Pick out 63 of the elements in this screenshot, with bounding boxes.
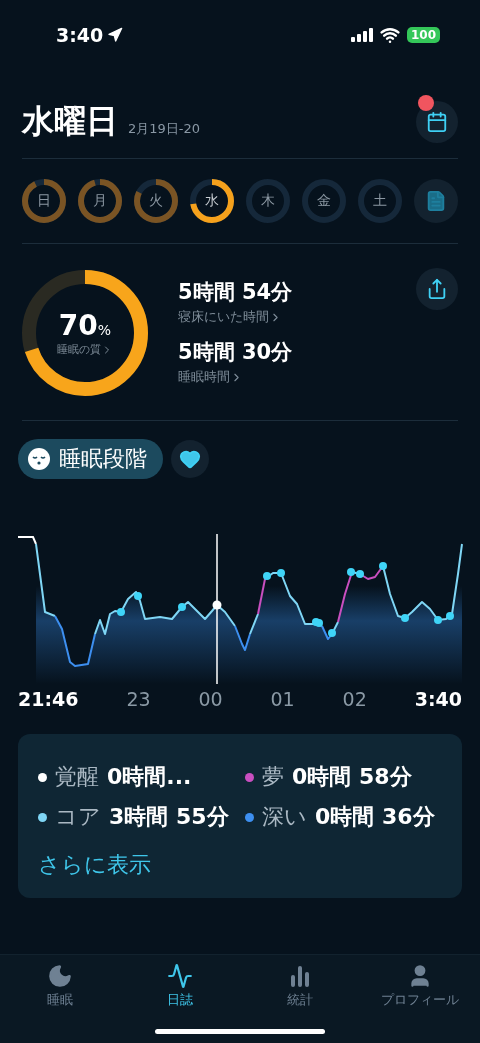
signal-icon [350,28,373,42]
tab-bar-item[interactable]: 日誌 [120,955,240,1043]
status-time: 3:40 [56,24,104,46]
section-tab[interactable]: 睡眠段階 [18,439,163,479]
stage-duration: 3時間 55分 [109,803,229,831]
duration-link[interactable]: 睡眠時間 [178,368,293,386]
day-ring-button[interactable]: 日 [22,179,66,223]
stage-duration: 0時間 58分 [292,763,412,791]
quality-link[interactable]: 睡眠の質 [57,342,113,357]
show-more-link[interactable]: さらに表示 [38,850,442,880]
day-ring-button[interactable]: 土 [358,179,402,223]
day-title: 水曜日 [22,101,118,142]
report-button[interactable] [414,179,458,223]
stage-label: 覚醒 [55,763,99,791]
moon-icon [47,963,73,989]
stage-point [379,562,387,570]
pulse-icon [167,963,193,989]
calendar-icon [426,111,448,133]
sleeping-face-icon [27,447,51,471]
end-time: 3:40 [414,688,462,710]
stage-point [134,592,142,600]
stage-duration: 0時間 36分 [315,803,435,831]
battery-level: 100 [406,27,440,43]
stage-point [178,603,186,611]
tab-bar-item[interactable]: プロフィール [360,955,480,1043]
tab-bar-item[interactable]: 統計 [240,955,360,1043]
stage-point [434,616,442,624]
day-ring-button[interactable]: 水 [190,179,234,223]
stage-point [263,572,271,580]
date-range: 2月19日-20 [128,120,201,138]
share-icon [426,278,448,300]
time-cursor[interactable] [212,533,222,684]
hour-label: 00 [198,688,223,710]
day-ring-button[interactable]: 木 [246,179,290,223]
hour-label: 02 [342,688,367,710]
location-arrow-icon [107,27,124,43]
stage-point [277,569,285,577]
duration-value: 5時間 54分 [178,279,293,306]
hour-label: 23 [126,688,151,710]
stage-label: 深い [262,803,307,831]
stage-label: 夢 [262,763,284,791]
stage-duration: 0時間... [107,763,192,791]
favorite-button[interactable] [171,440,209,478]
day-ring-button[interactable]: 月 [78,179,122,223]
percent-unit: % [97,322,112,338]
calendar-button[interactable] [416,101,458,143]
tab-bar-item[interactable]: 睡眠 [0,955,120,1043]
document-icon [425,190,447,212]
stage-label: コア [55,803,101,831]
duration-link[interactable]: 寝床にいた時間 [178,308,293,326]
duration-value: 5時間 30分 [178,339,293,366]
start-time: 21:46 [18,688,79,710]
day-ring-button[interactable]: 火 [134,179,178,223]
hour-label: 01 [270,688,295,710]
awake-marker [17,536,37,545]
wifi-icon [379,25,400,45]
stage-point [401,614,409,622]
share-button[interactable] [416,268,458,310]
stage-point [117,608,125,616]
day-ring-button[interactable]: 金 [302,179,346,223]
quality-score: 70 [58,309,98,342]
stage-point [446,612,454,620]
stage-point [328,629,336,637]
